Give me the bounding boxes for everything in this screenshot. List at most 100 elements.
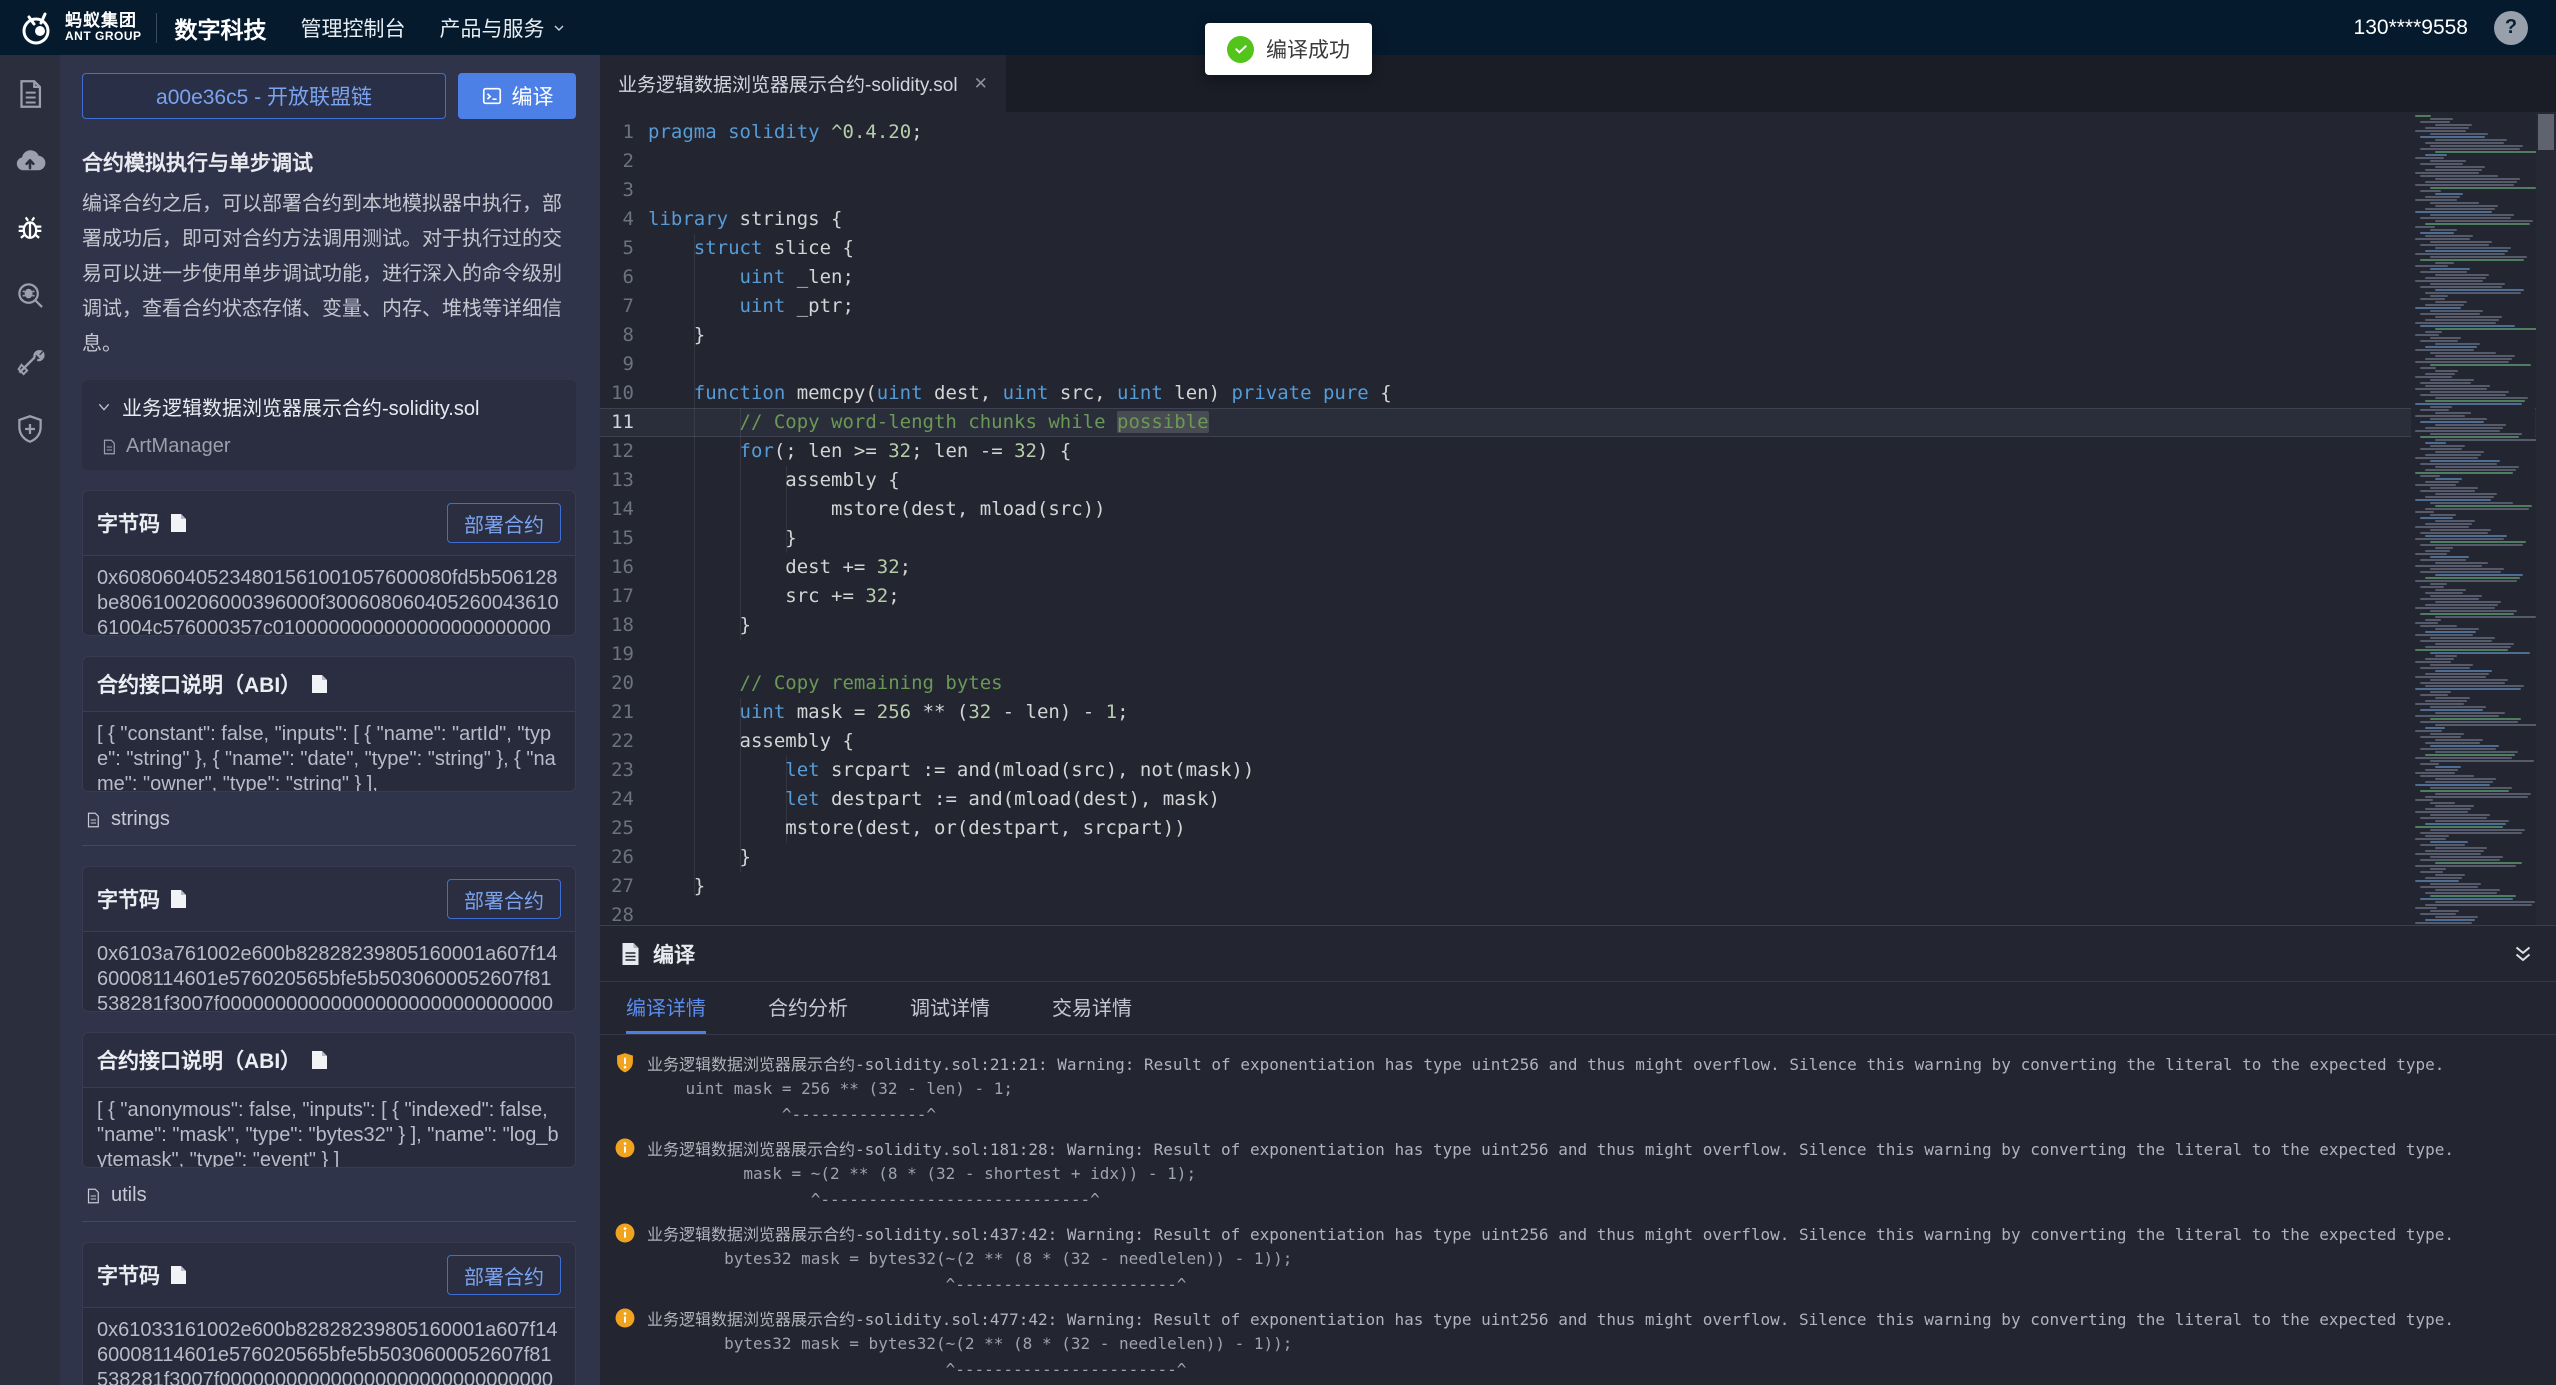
bytecode-value: 0x61033161002e600b82828239805160001a607f… (83, 1308, 575, 1385)
code-line: 28 (600, 901, 2556, 925)
copy-icon[interactable] (170, 1265, 187, 1285)
indent-guide (694, 234, 695, 895)
success-check-icon (1227, 36, 1254, 63)
copy-icon[interactable] (170, 513, 187, 533)
line-number: 21 (600, 698, 634, 727)
editor-tab[interactable]: 业务逻辑数据浏览器展示合约-solidity.sol ✕ (600, 55, 1006, 112)
file-icon (100, 438, 118, 456)
search-bug-icon[interactable] (13, 278, 47, 312)
compile-button[interactable]: 编译 (458, 73, 576, 119)
line-number: 23 (600, 756, 634, 785)
nav-console[interactable]: 管理控制台 (301, 13, 406, 43)
editor-tabbar: 业务逻辑数据浏览器展示合约-solidity.sol ✕ (600, 55, 2556, 112)
nav-product-name: 数字科技 (175, 11, 267, 45)
editor-scrollbar[interactable] (2536, 112, 2556, 925)
chain-select-button[interactable]: a00e36c5 - 开放联盟链 (82, 73, 446, 119)
code-line: 13 assembly { (600, 466, 2556, 495)
abi-value: [ { "anonymous": false, "inputs": [ { "i… (83, 1088, 575, 1167)
warning-shield-icon (614, 1052, 636, 1074)
collapse-panel-icon[interactable] (2510, 941, 2536, 967)
code-line: 23 let srcpart := and(mload(src), not(ma… (600, 756, 2556, 785)
indent-guide (786, 756, 787, 843)
toast-text: 编译成功 (1266, 34, 1350, 64)
intro-body: 编译合约之后，可以部署合约到本地模拟器中执行，部署成功后，即可对合约方法调用测试… (82, 187, 576, 362)
code-line: 11 // Copy word-length chunks while poss… (600, 408, 2556, 437)
bottom-tab[interactable]: 交易详情 (1052, 982, 1132, 1034)
deploy-contract-button[interactable]: 部署合约 (447, 1255, 561, 1295)
code-line: 3 (600, 176, 2556, 205)
line-number: 5 (600, 234, 634, 263)
help-button[interactable]: ? (2494, 11, 2528, 45)
abi-card: 合约接口说明（ABI）[ { "anonymous": false, "inpu… (82, 1032, 576, 1168)
line-number: 13 (600, 466, 634, 495)
line-number: 24 (600, 785, 634, 814)
bottom-tab[interactable]: 编译详情 (626, 982, 706, 1034)
deploy-contract-button[interactable]: 部署合约 (447, 503, 561, 543)
bottom-panel: 编译 编译详情合约分析调试详情交易详情 业务逻辑数据浏览器展示合约-solidi… (600, 925, 2556, 1385)
copy-icon[interactable] (311, 1050, 328, 1070)
warning-caret-line: ^--------------^ (647, 1102, 2556, 1128)
tree-file-row[interactable]: 业务逻辑数据浏览器展示合约-solidity.sol (96, 392, 562, 421)
code-line: 17 src += 32; (600, 582, 2556, 611)
code-line: 6 uint _len; (600, 263, 2556, 292)
line-number: 19 (600, 640, 634, 669)
warning-message: 业务逻辑数据浏览器展示合约-solidity.sol:21:21: Warnin… (647, 1051, 2444, 1075)
line-number: 12 (600, 437, 634, 466)
code-editor[interactable]: 1pragma solidity ^0.4.20;234library stri… (600, 112, 2556, 925)
bytecode-value: 0x6103a761002e600b82828239805160001a607f… (83, 932, 575, 1011)
line-number: 17 (600, 582, 634, 611)
nav-services-dropdown[interactable]: 产品与服务 (440, 13, 567, 43)
compiler-warning: 业务逻辑数据浏览器展示合约-solidity.sol:477:42: Warni… (614, 1304, 2556, 1383)
line-number: 2 (600, 147, 634, 176)
code-line: 1pragma solidity ^0.4.20; (600, 118, 2556, 147)
copy-icon[interactable] (170, 889, 187, 909)
cloud-upload-icon[interactable] (13, 144, 47, 178)
code-line: 16 dest += 32; (600, 553, 2556, 582)
compiler-warning: 业务逻辑数据浏览器展示合约-solidity.sol:21:21: Warnin… (614, 1049, 2556, 1128)
chevron-down-icon (551, 20, 567, 36)
account-phone[interactable]: 130****9558 (2354, 16, 2468, 40)
bytecode-card: 字节码部署合约0x608060405234801561001057600080f… (82, 490, 576, 636)
library-label: utils (82, 1168, 576, 1222)
bytecode-label: 字节码 (97, 884, 160, 914)
bug-icon[interactable] (13, 211, 47, 245)
copy-icon[interactable] (311, 674, 328, 694)
minimap[interactable] (2411, 112, 2535, 925)
bytecode-card: 字节码部署合约0x61033161002e600b828282398051600… (82, 1242, 576, 1385)
file-icon[interactable] (13, 77, 47, 111)
warning-code-excerpt: bytes32 mask = bytes32(~(2 ** (8 * (32 -… (647, 1246, 2556, 1272)
code-line: 7 uint _ptr; (600, 292, 2556, 321)
warning-code-excerpt: uint mask = 256 ** (32 - len) - 1; (647, 1076, 2556, 1102)
tree-child-artmanager[interactable]: ArtManager (100, 435, 562, 458)
line-number: 27 (600, 872, 634, 901)
code-line: 9 (600, 350, 2556, 379)
abi-label: 合约接口说明（ABI） (97, 669, 301, 699)
compile-output: 业务逻辑数据浏览器展示合约-solidity.sol:21:21: Warnin… (600, 1035, 2556, 1385)
code-line: 25 mstore(dest, or(destpart, srcpart)) (600, 814, 2556, 843)
chevron-down-icon (96, 399, 112, 415)
warning-code-excerpt: bytes32 mask = bytes32(~(2 ** (8 * (32 -… (647, 1331, 2556, 1357)
line-number: 4 (600, 205, 634, 234)
deploy-contract-button[interactable]: 部署合约 (447, 879, 561, 919)
warning-message: 业务逻辑数据浏览器展示合约-solidity.sol:477:42: Warni… (647, 1306, 2454, 1330)
line-number: 18 (600, 611, 634, 640)
scrollbar-thumb[interactable] (2538, 114, 2554, 150)
code-line: 10 function memcpy(uint dest, uint src, … (600, 379, 2556, 408)
main-area: 业务逻辑数据浏览器展示合约-solidity.sol ✕ 1pragma sol… (600, 55, 2556, 1385)
bottom-tab[interactable]: 调试详情 (910, 982, 990, 1034)
toast-compile-success: 编译成功 (1205, 23, 1372, 75)
intro-title: 合约模拟执行与单步调试 (82, 147, 576, 177)
shield-plus-icon[interactable] (13, 412, 47, 446)
tab-close-icon[interactable]: ✕ (974, 74, 988, 94)
code-line: 27 } (600, 872, 2556, 901)
warning-caret-line: ^-----------------------^ (647, 1357, 2556, 1383)
code-line: 19 (600, 640, 2556, 669)
abi-card: 合约接口说明（ABI）[ { "constant": false, "input… (82, 656, 576, 792)
screen: 蚂蚁集团 ANT GROUP 数字科技 管理控制台 产品与服务 130****9… (0, 0, 2556, 1385)
bottom-tab[interactable]: 合约分析 (768, 982, 848, 1034)
code-line: 15 } (600, 524, 2556, 553)
line-number: 6 (600, 263, 634, 292)
line-number: 10 (600, 379, 634, 408)
indent-guide (786, 466, 787, 553)
tools-icon[interactable] (13, 345, 47, 379)
